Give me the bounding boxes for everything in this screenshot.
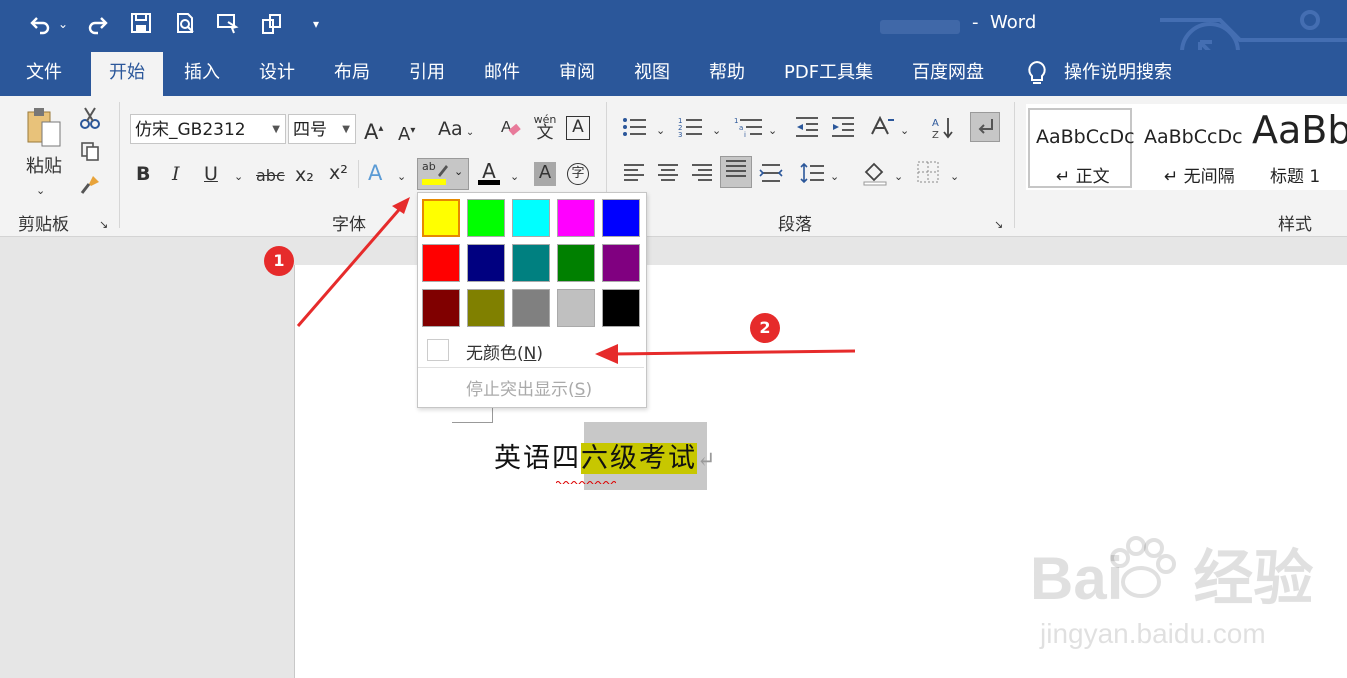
watermark-url: jingyan.baidu.com	[1040, 618, 1266, 649]
watermark-logo-text: Bai 经验	[1030, 545, 1314, 612]
annotation-badge-2: 2	[750, 313, 780, 343]
annotation-badge-1: 1	[264, 246, 294, 276]
